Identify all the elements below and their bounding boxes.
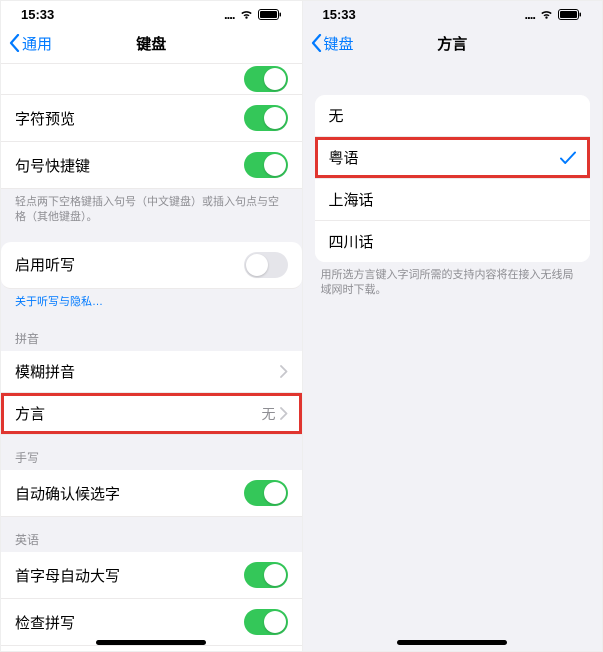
label: 模糊拼音 bbox=[15, 361, 75, 382]
status-time: 15:33 bbox=[323, 7, 356, 22]
switch-period-shortcut[interactable] bbox=[244, 152, 288, 178]
status-icons: .... bbox=[525, 7, 582, 22]
chevron-right-icon bbox=[280, 407, 288, 420]
cell-auto-confirm-candidate[interactable]: 自动确认候选字 bbox=[1, 470, 302, 517]
back-button[interactable]: 键盘 bbox=[311, 33, 354, 54]
option-cantonese[interactable]: 粤语 bbox=[315, 137, 591, 179]
label: 四川话 bbox=[329, 231, 374, 252]
cell-predictive[interactable]: 输入预测 bbox=[1, 646, 302, 651]
toggle-partial[interactable] bbox=[244, 66, 288, 92]
home-indicator bbox=[397, 640, 507, 645]
label: 句号快捷键 bbox=[15, 155, 90, 176]
label: 方言 bbox=[15, 403, 45, 424]
home-indicator bbox=[96, 640, 206, 645]
switch-auto-confirm[interactable] bbox=[244, 480, 288, 506]
back-label: 键盘 bbox=[324, 33, 354, 54]
cell-auto-cap[interactable]: 首字母自动大写 bbox=[1, 552, 302, 599]
cell-char-preview[interactable]: 字符预览 bbox=[1, 95, 302, 142]
cellular-icon: .... bbox=[224, 7, 234, 22]
section-english: 英语 bbox=[1, 517, 302, 552]
label: 粤语 bbox=[329, 147, 359, 168]
label: 字符预览 bbox=[15, 108, 75, 129]
switch-auto-cap[interactable] bbox=[244, 562, 288, 588]
cell-period-shortcut[interactable]: 句号快捷键 bbox=[1, 142, 302, 189]
back-button[interactable]: 通用 bbox=[9, 33, 52, 54]
wifi-icon bbox=[539, 9, 554, 20]
option-sichuan[interactable]: 四川话 bbox=[315, 221, 591, 262]
nav-bar: 键盘 方言 bbox=[303, 23, 603, 63]
option-none[interactable]: 无 bbox=[315, 95, 591, 137]
footer-download-note: 用所选方言键入字词所需的支持内容将在接入无线局域网时下载。 bbox=[303, 262, 603, 305]
label: 首字母自动大写 bbox=[15, 565, 120, 586]
label: 自动确认候选字 bbox=[15, 483, 120, 504]
checkmark-icon bbox=[560, 151, 576, 165]
cell-enable-dictation[interactable]: 启用听写 bbox=[1, 242, 302, 289]
section-pinyin: 拼音 bbox=[1, 316, 302, 351]
section-handwriting: 手写 bbox=[1, 435, 302, 470]
dictation-privacy-link[interactable]: 关于听写与隐私… bbox=[1, 289, 302, 316]
label: 检查拼写 bbox=[15, 612, 75, 633]
chevron-left-icon bbox=[9, 34, 20, 52]
status-bar: 15:33 .... bbox=[303, 1, 603, 23]
switch-char-preview[interactable] bbox=[244, 105, 288, 131]
option-shanghai[interactable]: 上海话 bbox=[315, 179, 591, 221]
chevron-right-icon bbox=[280, 365, 288, 378]
back-label: 通用 bbox=[22, 33, 52, 54]
status-time: 15:33 bbox=[21, 7, 54, 22]
cell-dialects[interactable]: 方言 无 bbox=[1, 393, 302, 435]
chevron-left-icon bbox=[311, 34, 322, 52]
status-bar: 15:33 .... bbox=[1, 1, 302, 23]
battery-icon bbox=[258, 9, 282, 20]
switch-check-spelling[interactable] bbox=[244, 609, 288, 635]
nav-bar: 通用 键盘 bbox=[1, 23, 302, 63]
dialect-options-group: 无 粤语 上海话 四川话 bbox=[315, 95, 591, 262]
cell-fuzzy-pinyin[interactable]: 模糊拼音 bbox=[1, 351, 302, 393]
status-icons: .... bbox=[224, 7, 281, 22]
label: 启用听写 bbox=[15, 254, 75, 275]
footer-space-note: 轻点两下空格键插入句号（中文键盘）或插入句点与空格（其他键盘）。 bbox=[1, 189, 302, 232]
switch-enable-dictation[interactable] bbox=[244, 252, 288, 278]
battery-icon bbox=[558, 9, 582, 20]
cellular-icon: .... bbox=[525, 7, 535, 22]
label: 上海话 bbox=[329, 189, 374, 210]
label: 无 bbox=[329, 105, 344, 126]
value-dialects: 无 bbox=[262, 404, 276, 424]
wifi-icon bbox=[239, 9, 254, 20]
